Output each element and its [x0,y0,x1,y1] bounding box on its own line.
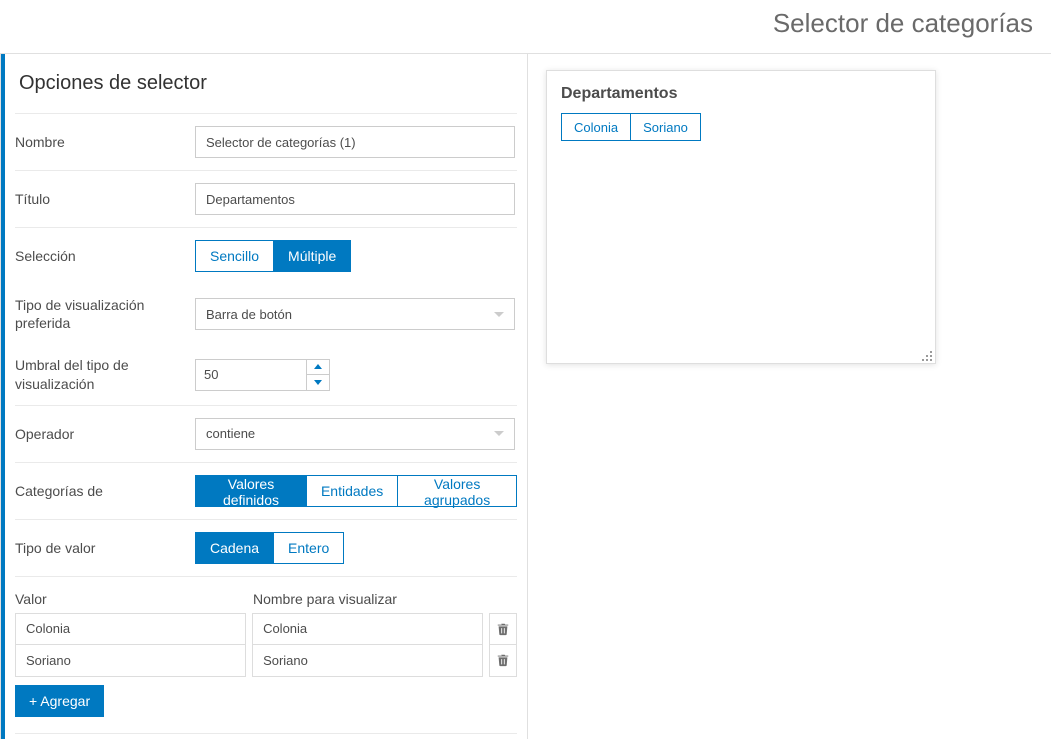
label-operador: Operador [15,425,195,443]
values-section: Valor Nombre para visualizar [15,576,517,734]
row-categorias: Categorías de Valores definidos Entidade… [15,462,517,519]
chip-soriano[interactable]: Soriano [631,113,701,141]
resize-handle-icon[interactable] [921,349,933,361]
row-tipovalor: Tipo de valor Cadena Entero [15,519,517,576]
label-titulo: Título [15,190,195,208]
values-col-display: Nombre para visualizar [253,591,517,607]
chevron-down-icon [494,431,504,436]
main-layout: Opciones de selector Nombre Título Selec… [0,53,1051,739]
seleccion-toggle: Sencillo Múltiple [195,240,351,272]
caret-down-icon [314,380,322,385]
tipovalor-toggle: Cadena Entero [195,532,344,564]
categorias-agrupados[interactable]: Valores agrupados [398,475,517,507]
label-umbral: Umbral del tipo de visualización [15,356,195,392]
umbral-stepper [195,359,330,391]
categorias-toggle: Valores definidos Entidades Valores agru… [195,475,517,507]
options-panel: Opciones de selector Nombre Título Selec… [1,54,527,739]
delete-row-button[interactable] [489,613,517,645]
label-vistype: Tipo de visualización preferida [15,296,195,332]
seleccion-multiple[interactable]: Múltiple [274,240,351,272]
row-seleccion: Selección Sencillo Múltiple [15,227,517,284]
preview-card: Departamentos Colonia Soriano [546,70,936,364]
categorias-definidos[interactable]: Valores definidos [195,475,307,507]
umbral-step-up[interactable] [307,360,329,375]
row-operador: Operador contiene [15,405,517,462]
page-title: Selector de categorías [0,0,1051,53]
preview-pane: Departamentos Colonia Soriano [527,54,1051,739]
label-categorias: Categorías de [15,482,195,500]
categorias-entidades[interactable]: Entidades [307,475,398,507]
caret-up-icon [314,364,322,369]
label-seleccion: Selección [15,247,195,265]
trash-icon [496,622,510,636]
operador-select[interactable]: contiene [195,418,515,450]
row-vistype: Tipo de visualización preferida Barra de… [15,284,517,344]
display-input[interactable] [252,613,483,645]
value-input[interactable] [15,645,246,677]
trash-icon [496,653,510,667]
operador-value: contiene [206,426,255,441]
vistype-value: Barra de botón [206,307,292,322]
chip-row: Colonia Soriano [561,113,701,141]
value-row [15,645,517,677]
panel-heading: Opciones de selector [15,54,517,113]
label-nombre: Nombre [15,133,195,151]
nombre-input[interactable] [195,126,515,158]
chip-colonia[interactable]: Colonia [561,113,631,141]
row-umbral: Umbral del tipo de visualización [15,344,517,404]
label-tipovalor: Tipo de valor [15,539,195,557]
preview-title: Departamentos [561,85,921,103]
values-col-value: Valor [15,591,253,607]
seleccion-sencillo[interactable]: Sencillo [195,240,274,272]
display-input[interactable] [252,645,483,677]
titulo-input[interactable] [195,183,515,215]
delete-row-button[interactable] [489,645,517,677]
umbral-step-down[interactable] [307,374,329,390]
value-input[interactable] [15,613,246,645]
chevron-down-icon [494,312,504,317]
add-value-button[interactable]: + Agregar [15,685,104,717]
tipovalor-cadena[interactable]: Cadena [195,532,274,564]
vistype-select[interactable]: Barra de botón [195,298,515,330]
row-nombre: Nombre [15,113,517,170]
umbral-input[interactable] [196,360,306,390]
value-row [15,613,517,645]
row-titulo: Título [15,170,517,227]
tipovalor-entero[interactable]: Entero [274,532,344,564]
